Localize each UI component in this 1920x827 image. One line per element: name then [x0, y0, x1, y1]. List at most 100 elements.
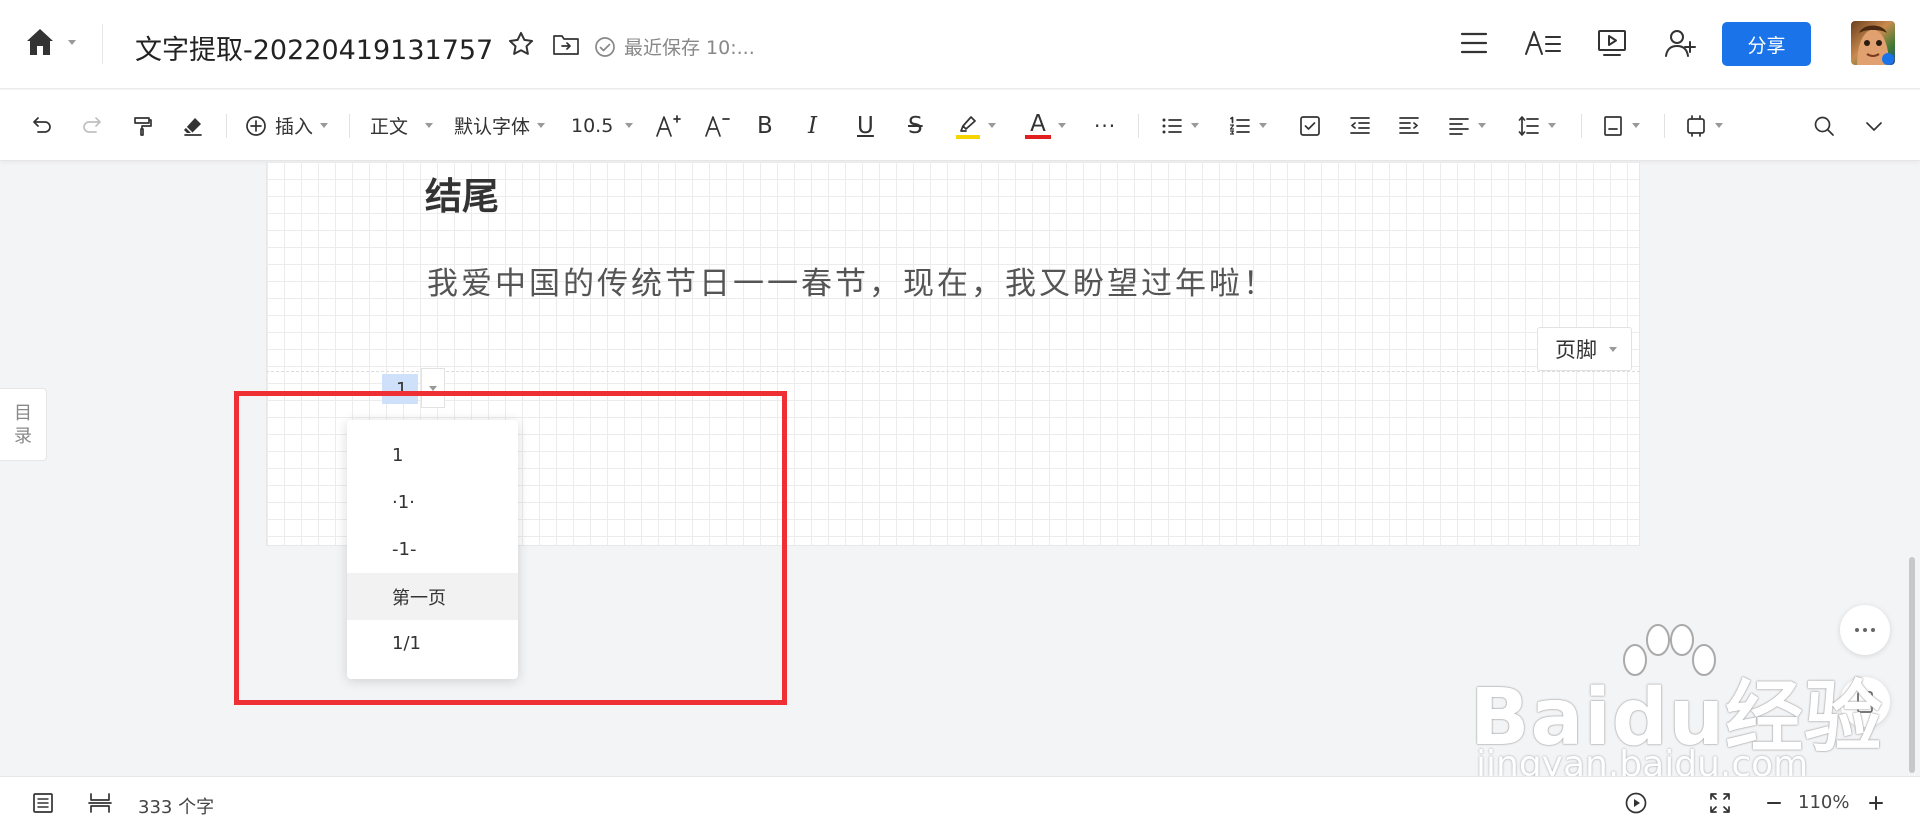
footer-menu[interactable]: 页脚 — [1537, 327, 1632, 371]
bold-button[interactable]: B — [757, 90, 773, 161]
more-options-button[interactable] — [1840, 605, 1890, 655]
menu-item[interactable]: ·1· — [347, 479, 518, 526]
zoom-in-icon[interactable] — [1868, 795, 1884, 811]
menu-item[interactable]: 1/1 — [347, 620, 518, 667]
format-painter-button[interactable] — [131, 90, 155, 161]
home-icon — [27, 29, 53, 55]
collapse-toolbar-button[interactable] — [1862, 90, 1886, 161]
line-spacing-button[interactable] — [1517, 90, 1556, 161]
menu-item[interactable]: 1 — [347, 432, 518, 479]
font-increase-icon — [656, 114, 681, 137]
ellipsis-icon — [1855, 628, 1875, 632]
chevron-down-icon — [1548, 123, 1556, 128]
paw-logo-icon — [1623, 624, 1716, 676]
chevron-down-icon — [625, 123, 634, 128]
insert-menu[interactable]: 插入 — [244, 90, 329, 161]
increase-indent-button[interactable] — [1397, 90, 1421, 161]
chevron-down-icon — [68, 39, 76, 45]
font-decrease-icon — [705, 115, 730, 137]
device-icon — [1687, 114, 1705, 137]
checklist-button[interactable] — [1298, 90, 1322, 161]
font-size-select[interactable]: 10.5 — [571, 90, 634, 161]
clear-format-button[interactable] — [181, 90, 205, 161]
highlight-color-button[interactable] — [955, 90, 996, 161]
checkbox-icon — [1300, 115, 1320, 136]
home-menu[interactable] — [24, 27, 76, 57]
share-button[interactable]: 分享 — [1722, 22, 1811, 66]
zoom-level[interactable]: 110% — [1798, 792, 1849, 813]
divider — [1664, 114, 1665, 138]
chevron-down-icon — [1191, 123, 1199, 128]
menu-item[interactable]: -1- — [347, 526, 518, 573]
italic-button[interactable]: I — [808, 90, 817, 161]
chevron-down-icon — [1715, 123, 1723, 128]
chevron-down-icon — [1478, 123, 1486, 128]
baidu-watermark: Baidu经验 jingyan.baidu.com — [1470, 622, 1882, 785]
alignment-button[interactable] — [1447, 90, 1486, 161]
format-painter-icon — [134, 116, 152, 136]
bullet-list-button[interactable] — [1160, 90, 1199, 161]
chevron-down-icon — [1058, 123, 1066, 128]
mobile-device-icon — [1857, 691, 1873, 713]
numbered-list-button[interactable] — [1228, 90, 1267, 161]
page-number-dropdown-toggle[interactable] — [421, 368, 445, 408]
page-layout-button[interactable] — [1601, 90, 1640, 161]
menu-icon[interactable] — [1459, 28, 1489, 58]
redo-icon — [83, 116, 101, 133]
document-title[interactable]: 文字提取-20220419131757 — [135, 28, 493, 67]
font-size-value: 10.5 — [571, 114, 614, 137]
add-collaborator-icon[interactable] — [1664, 28, 1698, 58]
outdent-icon — [1350, 116, 1370, 134]
divider — [102, 24, 103, 64]
format-toolbar: 插入 正文 默认字体 10.5 B I U S A ··· — [0, 90, 1920, 161]
increase-font-size-button[interactable] — [655, 90, 681, 161]
font-family-select[interactable]: 默认字体 — [454, 90, 546, 161]
fullscreen-icon[interactable] — [1708, 791, 1732, 815]
search-icon — [1814, 116, 1834, 136]
text-style-icon[interactable] — [1524, 28, 1562, 58]
chevron-down-icon — [429, 385, 437, 391]
more-formatting-button[interactable]: ··· — [1094, 90, 1116, 161]
play-circle-icon[interactable] — [1624, 791, 1648, 815]
undo-icon — [33, 116, 51, 133]
device-view-button[interactable] — [1684, 90, 1723, 161]
chevron-down-icon — [1259, 123, 1267, 128]
paragraph-style-select[interactable]: 正文 — [370, 90, 434, 161]
check-circle-icon — [595, 36, 615, 57]
save-status: 最近保存 10:... — [594, 33, 755, 60]
font-family-value: 默认字体 — [454, 116, 531, 138]
insert-label: 插入 — [275, 116, 314, 138]
vertical-scrollbar[interactable] — [1909, 557, 1915, 773]
presentation-icon[interactable] — [1596, 28, 1628, 58]
underline-button[interactable]: U — [857, 90, 874, 161]
document-heading[interactable]: 结尾 — [425, 166, 499, 220]
move-to-folder-icon[interactable] — [552, 32, 580, 56]
zoom-out-icon[interactable] — [1766, 795, 1782, 811]
decrease-font-size-button[interactable] — [704, 90, 730, 161]
divider — [226, 114, 227, 138]
search-button[interactable] — [1812, 90, 1836, 161]
document-paragraph[interactable]: 我爱中国的传统节日一一春节，现在，我又盼望过年啦！ — [427, 258, 1277, 303]
redo-button[interactable] — [80, 90, 104, 161]
mobile-view-button[interactable] — [1840, 677, 1890, 727]
watermark-brand: Baidu经验 — [1470, 673, 1884, 763]
table-of-contents-tab[interactable]: 目 录 — [0, 388, 47, 461]
page-number-field[interactable]: 1 — [382, 374, 418, 404]
menu-item[interactable]: 第一页 — [347, 573, 518, 620]
font-color-swatch — [1025, 135, 1051, 139]
divider — [1581, 114, 1582, 138]
page-break-icon[interactable] — [88, 792, 112, 814]
bullet-list-icon — [1162, 118, 1182, 133]
strikethrough-button[interactable]: S — [908, 90, 923, 161]
font-color-button[interactable]: A — [1025, 90, 1066, 161]
outline-icon[interactable] — [32, 792, 54, 814]
divider — [1138, 114, 1139, 138]
eraser-icon — [184, 117, 202, 136]
star-icon[interactable] — [507, 30, 535, 58]
footer-label: 页脚 — [1555, 338, 1597, 362]
align-left-icon — [1449, 117, 1469, 135]
highlighter-icon — [956, 115, 980, 139]
user-avatar[interactable] — [1851, 21, 1895, 65]
decrease-indent-button[interactable] — [1348, 90, 1372, 161]
undo-button[interactable] — [30, 90, 54, 161]
